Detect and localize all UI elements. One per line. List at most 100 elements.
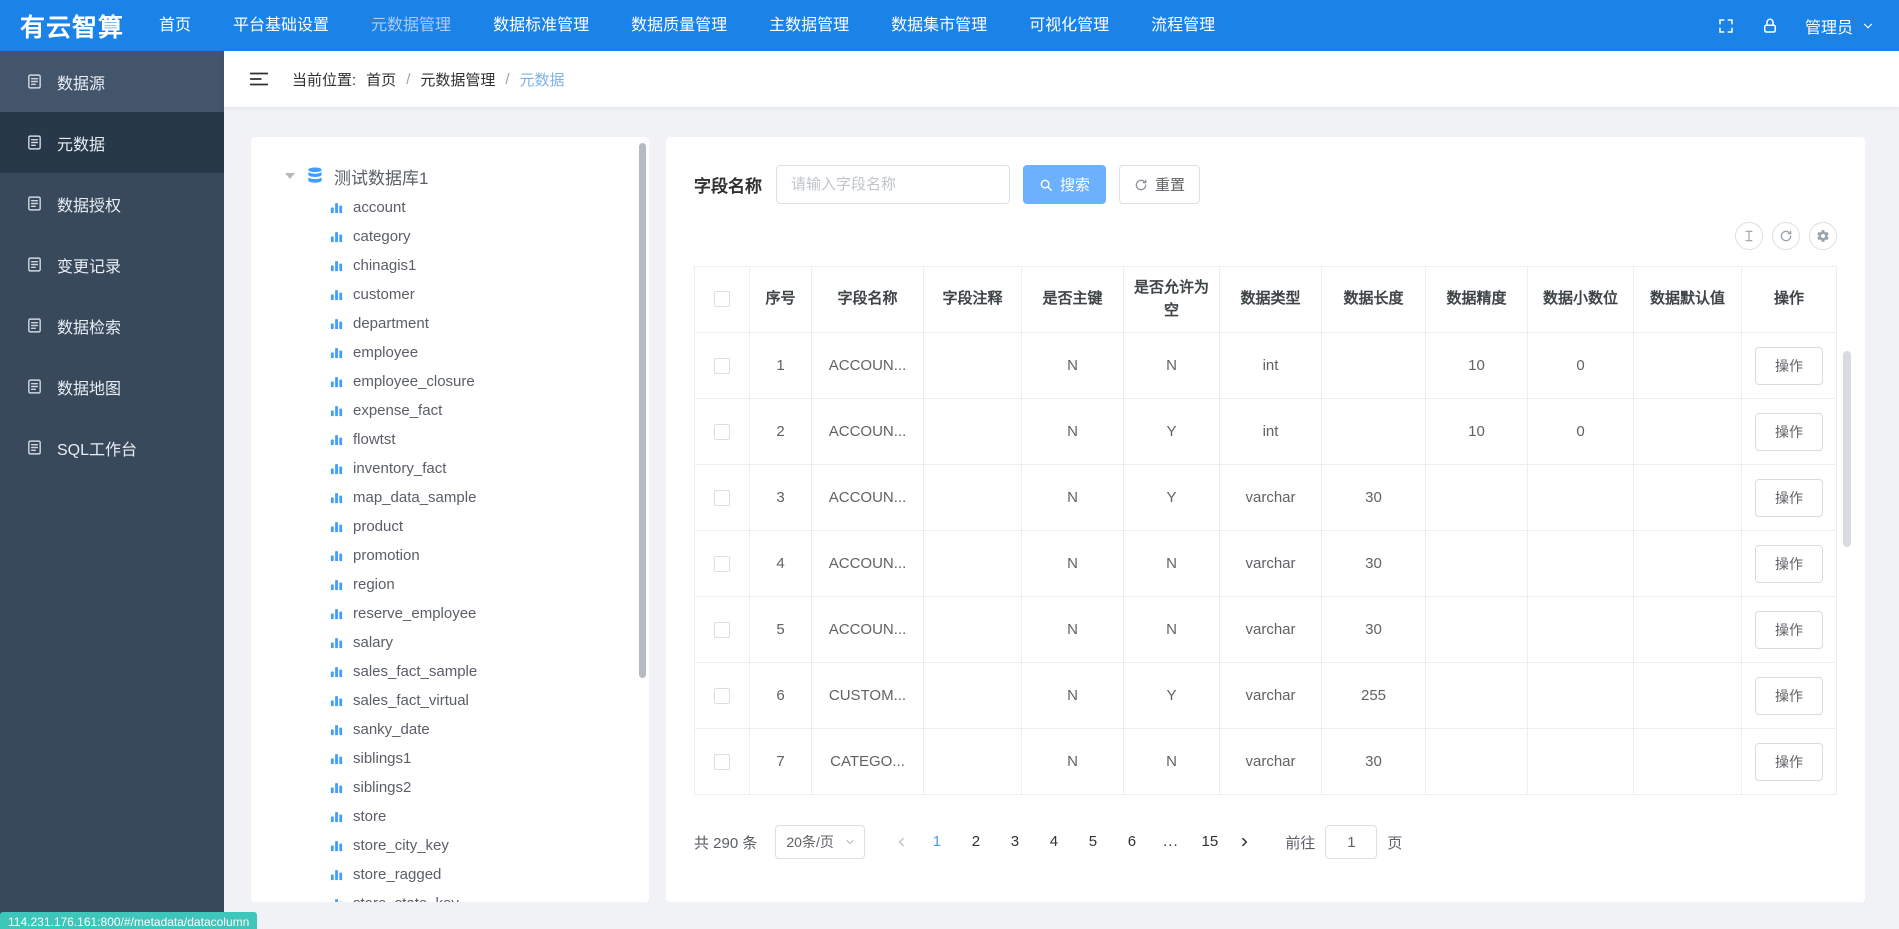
tree-table-item[interactable]: promotion <box>285 541 639 570</box>
tree-table-item[interactable]: sales_fact_virtual <box>285 686 639 715</box>
page-number[interactable]: 6 <box>1112 827 1151 857</box>
page-size-select[interactable]: 20条/页 <box>775 825 866 859</box>
table-name-label: product <box>353 518 404 535</box>
search-button-label: 搜索 <box>1060 177 1091 194</box>
reset-button[interactable]: 重置 <box>1119 165 1201 204</box>
page-number[interactable]: 2 <box>956 827 995 857</box>
tree-table-item[interactable]: siblings2 <box>285 773 639 802</box>
page-number[interactable]: 3 <box>995 827 1034 857</box>
cell-action: 操作 <box>1741 530 1837 597</box>
tree-table-item[interactable]: category <box>285 222 639 251</box>
chevron-down-icon <box>844 836 856 848</box>
nav-item[interactable]: 平台基础设置 <box>212 0 350 51</box>
nav-item[interactable]: 流程管理 <box>1130 0 1236 51</box>
tree-table-item[interactable]: department <box>285 309 639 338</box>
table-scrollbar[interactable] <box>1843 351 1851 547</box>
tree-table-item[interactable]: store_state_key <box>285 889 639 902</box>
sidebar-item[interactable]: 变更记录 <box>0 234 224 295</box>
tree-table-item[interactable]: expense_fact <box>285 396 639 425</box>
tree-table-item[interactable]: flowtst <box>285 425 639 454</box>
row-action-button[interactable]: 操作 <box>1755 412 1823 451</box>
tree-table-item[interactable]: customer <box>285 280 639 309</box>
caret-down-icon[interactable] <box>285 173 295 179</box>
next-page-button[interactable] <box>1229 827 1259 857</box>
row-action-button[interactable]: 操作 <box>1755 676 1823 715</box>
tree-table-item[interactable]: sales_fact_sample <box>285 657 639 686</box>
tree-table-item[interactable]: sanky_date <box>285 715 639 744</box>
breadcrumb-item[interactable]: 元数据 <box>520 69 565 90</box>
collapse-menu-icon[interactable] <box>248 68 270 90</box>
nav-item[interactable]: 元数据管理 <box>350 0 472 51</box>
row-checkbox[interactable] <box>714 622 730 639</box>
text-cursor-icon[interactable] <box>1735 222 1763 250</box>
table-name-label: department <box>353 315 429 332</box>
row-action-button[interactable]: 操作 <box>1755 610 1823 649</box>
page-number[interactable]: 4 <box>1034 827 1073 857</box>
prev-page-button[interactable] <box>887 827 917 857</box>
tree-table-item[interactable]: store_ragged <box>285 860 639 889</box>
page-number[interactable]: 15 <box>1190 827 1229 857</box>
sidebar-item[interactable]: 数据源 <box>0 51 224 112</box>
lock-icon[interactable] <box>1761 17 1779 35</box>
sidebar-item[interactable]: 数据地图 <box>0 356 224 417</box>
sidebar-item[interactable]: 数据检索 <box>0 295 224 356</box>
row-action-button[interactable]: 操作 <box>1755 346 1823 385</box>
cell-default <box>1633 398 1742 465</box>
tree-table-item[interactable]: region <box>285 570 639 599</box>
sidebar-item[interactable]: SQL工作台 <box>0 417 224 478</box>
database-icon <box>305 166 325 186</box>
page-number[interactable]: ... <box>1151 827 1190 857</box>
page-number[interactable]: 5 <box>1073 827 1112 857</box>
sidebar-item[interactable]: 元数据 <box>0 112 224 173</box>
search-button[interactable]: 搜索 <box>1023 165 1107 204</box>
document-icon <box>26 439 43 456</box>
row-checkbox[interactable] <box>714 424 730 441</box>
nav-item[interactable]: 可视化管理 <box>1008 0 1130 51</box>
row-action-button[interactable]: 操作 <box>1755 742 1823 781</box>
nav-item[interactable]: 首页 <box>138 0 212 51</box>
nav-item[interactable]: 数据质量管理 <box>610 0 748 51</box>
database-tree-panel: 测试数据库1 account category chinagis1 custom… <box>251 137 649 902</box>
gear-icon[interactable] <box>1809 222 1837 250</box>
sidebar-item[interactable]: 数据授权 <box>0 173 224 234</box>
tree-table-item[interactable]: chinagis1 <box>285 251 639 280</box>
cell-nullable: Y <box>1123 662 1220 729</box>
tree-table-item[interactable]: salary <box>285 628 639 657</box>
tree-table-item[interactable]: store_city_key <box>285 831 639 860</box>
tree-table-item[interactable]: account <box>285 193 639 222</box>
tree-table-item[interactable]: store <box>285 802 639 831</box>
row-action-button[interactable]: 操作 <box>1755 544 1823 583</box>
breadcrumb-item[interactable]: 元数据管理 <box>420 69 495 90</box>
row-checkbox[interactable] <box>714 688 730 705</box>
nav-item[interactable]: 数据标准管理 <box>472 0 610 51</box>
tree-root-node[interactable]: 测试数据库1 <box>285 161 639 191</box>
tree-table-item[interactable]: reserve_employee <box>285 599 639 628</box>
tree-table-item[interactable]: map_data_sample <box>285 483 639 512</box>
row-checkbox[interactable] <box>714 556 730 573</box>
breadcrumb-item[interactable]: 首页 <box>366 69 396 90</box>
nav-item[interactable]: 数据集市管理 <box>870 0 1008 51</box>
top-navbar: 有云智算 首页 平台基础设置 元数据管理 数据标准管理 数据质量管理 主数据管理 数据集市管… <box>0 0 1899 51</box>
nav-item[interactable]: 主数据管理 <box>748 0 870 51</box>
tree-scrollbar[interactable] <box>639 143 646 678</box>
tree-table-item[interactable]: siblings1 <box>285 744 639 773</box>
tree-table-item[interactable]: inventory_fact <box>285 454 639 483</box>
tree-table-item[interactable]: employee_closure <box>285 367 639 396</box>
row-checkbox[interactable] <box>714 358 730 375</box>
refresh-icon[interactable] <box>1772 222 1800 250</box>
goto-page-input[interactable] <box>1325 825 1378 859</box>
field-name-input[interactable] <box>776 165 1010 204</box>
select-all-checkbox[interactable] <box>714 291 730 308</box>
cell-primary-key: N <box>1021 728 1124 795</box>
fullscreen-icon[interactable] <box>1717 17 1735 35</box>
main-nav: 首页 平台基础设置 元数据管理 数据标准管理 数据质量管理 主数据管理 数据集市管理 可视化管… <box>138 0 1236 51</box>
row-checkbox[interactable] <box>714 490 730 507</box>
row-checkbox[interactable] <box>714 754 730 771</box>
cell-checkbox <box>694 596 750 663</box>
row-action-button[interactable]: 操作 <box>1755 478 1823 517</box>
cell-data-type: int <box>1219 398 1322 465</box>
tree-table-item[interactable]: product <box>285 512 639 541</box>
page-number[interactable]: 1 <box>917 827 956 857</box>
tree-table-item[interactable]: employee <box>285 338 639 367</box>
user-menu[interactable]: 管理员 <box>1805 14 1875 38</box>
